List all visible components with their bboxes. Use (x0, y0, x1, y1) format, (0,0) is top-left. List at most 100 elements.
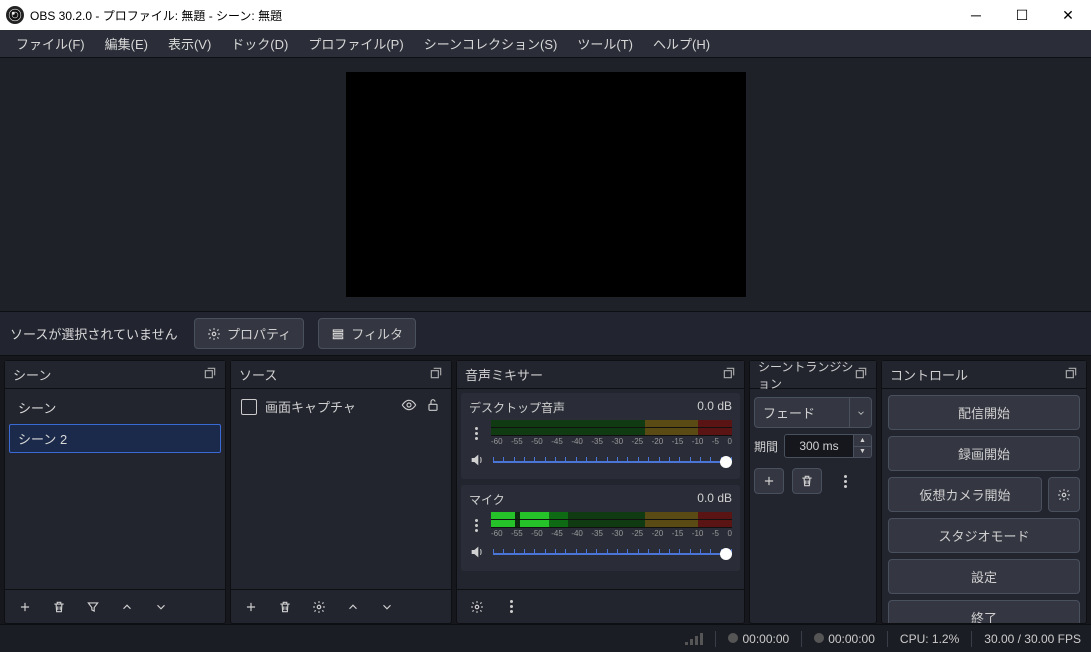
move-source-down-button[interactable] (373, 594, 401, 620)
gear-icon (470, 600, 484, 614)
remove-transition-button[interactable] (792, 468, 822, 494)
channel-menu-button[interactable] (469, 519, 483, 532)
advanced-audio-button[interactable] (463, 594, 491, 620)
trash-icon (52, 600, 66, 614)
mixer-menu-button[interactable] (497, 594, 525, 620)
add-transition-button[interactable] (754, 468, 784, 494)
move-source-up-button[interactable] (339, 594, 367, 620)
lock-toggle[interactable] (425, 397, 441, 416)
remove-scene-button[interactable] (45, 594, 73, 620)
chevron-down-icon (856, 408, 866, 418)
rec-dot-icon (814, 633, 824, 643)
popout-icon[interactable] (722, 366, 736, 383)
preview-area (0, 58, 1091, 312)
virtual-cam-settings-button[interactable] (1048, 477, 1080, 512)
add-scene-button[interactable] (11, 594, 39, 620)
trash-icon (278, 600, 292, 614)
channel-name: マイク (469, 491, 505, 508)
channel-menu-button[interactable] (469, 427, 483, 440)
transition-dropdown[interactable] (850, 397, 872, 428)
menu-view[interactable]: 表示(V) (158, 30, 221, 57)
maximize-button[interactable]: ☐ (999, 0, 1045, 30)
transition-select[interactable]: フェード (754, 397, 850, 428)
duration-spinbox[interactable]: 300 ms ▲ ▼ (784, 434, 872, 458)
visibility-toggle[interactable] (401, 397, 417, 416)
filter-icon (86, 600, 100, 614)
duration-label: 期間 (754, 438, 778, 455)
dots-icon (504, 600, 518, 613)
live-dot-icon (728, 633, 738, 643)
titlebar: OBS 30.2.0 - プロファイル: 無題 - シーン: 無題 ─ ☐ ✕ (0, 0, 1091, 30)
controls-title: コントロール (890, 365, 968, 384)
chevron-up-icon (120, 600, 134, 614)
display-capture-icon (241, 399, 257, 415)
source-properties-button[interactable] (305, 594, 333, 620)
rec-indicator: 00:00:00 (814, 632, 875, 646)
settings-button[interactable]: 設定 (888, 559, 1080, 594)
db-scale: -60-55-50-45-40-35-30-25-20-15-10-50 (491, 529, 732, 538)
move-scene-down-button[interactable] (147, 594, 175, 620)
duration-up[interactable]: ▲ (854, 434, 872, 447)
close-button[interactable]: ✕ (1045, 0, 1091, 30)
live-indicator: 00:00:00 (728, 632, 789, 646)
transitions-panel: シーントランジション フェード 期間 300 ms ▲ ▼ (749, 360, 877, 624)
minimize-button[interactable]: ─ (953, 0, 999, 30)
cpu-usage: CPU: 1.2% (900, 632, 959, 646)
menu-edit[interactable]: 編集(E) (95, 30, 158, 57)
channel-name: デスクトップ音声 (469, 399, 565, 416)
plus-icon (762, 474, 776, 488)
dots-icon (838, 475, 852, 488)
start-streaming-button[interactable]: 配信開始 (888, 395, 1080, 430)
transition-menu-button[interactable] (830, 468, 860, 494)
scenes-title: シーン (13, 365, 51, 384)
start-virtual-cam-button[interactable]: 仮想カメラ開始 (888, 477, 1042, 512)
start-recording-button[interactable]: 録画開始 (888, 436, 1080, 471)
menubar: ファイル(F) 編集(E) 表示(V) ドック(D) プロファイル(P) シーン… (0, 30, 1091, 58)
preview-canvas[interactable] (346, 72, 746, 297)
scene-item[interactable]: シーン (9, 393, 221, 422)
sources-panel: ソース 画面キャプチャ (230, 360, 452, 624)
scene-filters-button[interactable] (79, 594, 107, 620)
popout-icon[interactable] (203, 366, 217, 383)
filters-button[interactable]: フィルタ (318, 318, 416, 349)
menu-profile[interactable]: プロファイル(P) (298, 30, 413, 57)
channel-db: 0.0 dB (697, 491, 732, 508)
popout-icon[interactable] (1064, 366, 1078, 383)
fps-display: 30.00 / 30.00 FPS (984, 632, 1081, 646)
duration-value[interactable]: 300 ms (784, 434, 854, 458)
mute-button[interactable] (469, 452, 485, 471)
menu-scene-collection[interactable]: シーンコレクション(S) (414, 30, 568, 57)
panels-row: シーン シーン シーン 2 ソース 画面キャプチャ (0, 356, 1091, 624)
popout-icon[interactable] (854, 366, 868, 383)
exit-button[interactable]: 終了 (888, 600, 1080, 623)
statusbar: 00:00:00 00:00:00 CPU: 1.2% 30.00 / 30.0… (0, 624, 1091, 652)
audio-mixer-panel: 音声ミキサー デスクトップ音声 0.0 dB (456, 360, 745, 624)
menu-help[interactable]: ヘルプ(H) (643, 30, 720, 57)
volume-slider[interactable] (493, 454, 732, 470)
move-scene-up-button[interactable] (113, 594, 141, 620)
mixer-channel-mic: マイク 0.0 dB -60-55-50-45-40-35-30-25-20-1… (461, 485, 740, 571)
controls-panel: コントロール 配信開始 録画開始 仮想カメラ開始 スタジオモード 設定 終了 (881, 360, 1087, 624)
db-scale: -60-55-50-45-40-35-30-25-20-15-10-50 (491, 437, 732, 446)
window-title: OBS 30.2.0 - プロファイル: 無題 - シーン: 無題 (30, 7, 953, 24)
volume-slider[interactable] (493, 546, 732, 562)
duration-down[interactable]: ▼ (854, 447, 872, 459)
source-item[interactable]: 画面キャプチャ (235, 393, 447, 420)
remove-source-button[interactable] (271, 594, 299, 620)
transitions-title: シーントランジション (758, 358, 854, 392)
menu-file[interactable]: ファイル(F) (6, 30, 95, 57)
filters-icon (331, 327, 345, 341)
plus-icon (244, 600, 258, 614)
add-source-button[interactable] (237, 594, 265, 620)
mixer-channel-desktop: デスクトップ音声 0.0 dB -60-55-50-45-40-35-30-25… (461, 393, 740, 479)
popout-icon[interactable] (429, 366, 443, 383)
properties-button[interactable]: プロパティ (194, 318, 304, 349)
mixer-title: 音声ミキサー (465, 365, 543, 384)
mute-button[interactable] (469, 544, 485, 563)
menu-dock[interactable]: ドック(D) (221, 30, 298, 57)
menu-tools[interactable]: ツール(T) (567, 30, 643, 57)
gear-icon (1057, 488, 1071, 502)
scene-item[interactable]: シーン 2 (9, 424, 221, 453)
sources-title: ソース (239, 365, 277, 384)
studio-mode-button[interactable]: スタジオモード (888, 518, 1080, 553)
